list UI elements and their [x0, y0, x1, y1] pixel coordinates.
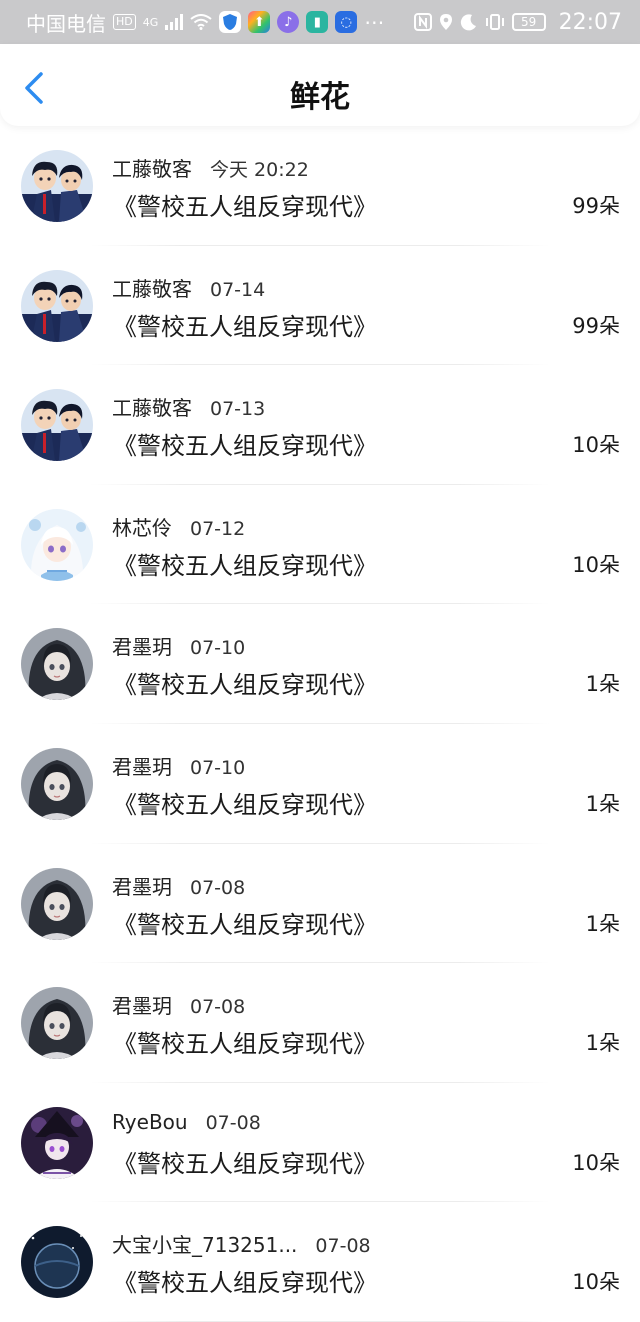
- date-label: 07-08: [315, 1235, 371, 1258]
- battery-icon: 59: [511, 13, 546, 31]
- music-app-icon: ♪: [277, 11, 300, 33]
- book-app-icon: ▮: [306, 11, 329, 33]
- date-label: 07-13: [210, 398, 266, 421]
- username[interactable]: 林芯伶: [112, 512, 172, 541]
- status-left: 中国电信 HD 4G ⬆ ♪ ▮ ◌ ⋯: [26, 8, 384, 37]
- list-item[interactable]: 林芯伶 07-12 《警校五人组反穿现代》 10朵: [0, 485, 640, 605]
- avatar[interactable]: [21, 987, 93, 1060]
- book-title[interactable]: 《警校五人组反穿现代》: [113, 426, 377, 461]
- signal-icon: [165, 14, 184, 30]
- list-item[interactable]: 工藤敬客 07-13 《警校五人组反穿现代》 10朵: [0, 365, 640, 485]
- date-label: 07-14: [210, 278, 266, 301]
- date-label: 今天 20:22: [210, 159, 309, 181]
- list-item[interactable]: 君墨玥 07-08 《警校五人组反穿现代》 1朵: [0, 963, 640, 1083]
- moon-icon: [460, 13, 478, 31]
- username[interactable]: 君墨玥: [112, 990, 172, 1019]
- flower-count: 1朵: [585, 911, 620, 936]
- flower-count: 10朵: [572, 1150, 620, 1175]
- book-title[interactable]: 《警校五人组反穿现代》: [113, 1263, 377, 1298]
- item-meta: 工藤敬客 今天 20:22: [112, 153, 309, 182]
- book-title[interactable]: 《警校五人组反穿现代》: [113, 1024, 377, 1059]
- header-bar: 鲜花: [0, 44, 640, 126]
- username[interactable]: 大宝小宝_713251...: [112, 1229, 297, 1258]
- book-title[interactable]: 《警校五人组反穿现代》: [113, 905, 377, 940]
- username[interactable]: 君墨玥: [112, 871, 172, 900]
- username[interactable]: 君墨玥: [112, 631, 172, 660]
- vibrate-icon: [485, 13, 505, 31]
- item-meta: 君墨玥 07-10: [112, 631, 245, 660]
- flower-count: 1朵: [585, 791, 620, 816]
- avatar[interactable]: [21, 150, 93, 222]
- colorful-app-icon: ⬆: [248, 11, 271, 33]
- clock-time: 22:07: [558, 9, 622, 35]
- date-label: 07-08: [190, 996, 246, 1019]
- shield-app-icon: [219, 11, 242, 33]
- flower-count: 99朵: [572, 194, 620, 218]
- list-item[interactable]: 君墨玥 07-08 《警校五人组反穿现代》 1朵: [0, 844, 640, 964]
- status-bar: 中国电信 HD 4G ⬆ ♪ ▮ ◌ ⋯ 59 22:07: [0, 0, 640, 44]
- list-item[interactable]: 君墨玥 07-10 《警校五人组反穿现代》 1朵: [0, 604, 640, 724]
- date-label: 07-10: [190, 637, 246, 660]
- avatar[interactable]: [21, 747, 93, 820]
- item-meta: RyeBou 07-08: [112, 1110, 261, 1134]
- flower-count: 1朵: [585, 1031, 620, 1056]
- avatar[interactable]: [21, 1226, 93, 1299]
- flower-count: 10朵: [572, 552, 620, 577]
- avatar[interactable]: [21, 628, 93, 701]
- username[interactable]: 工藤敬客: [112, 273, 192, 302]
- book-title[interactable]: 《警校五人组反穿现代》: [113, 665, 377, 700]
- item-meta: 君墨玥 07-08: [112, 990, 245, 1019]
- avatar[interactable]: [21, 269, 93, 342]
- more-notifications-icon: ⋯: [364, 10, 385, 34]
- book-title[interactable]: 《警校五人组反穿现代》: [113, 1144, 377, 1179]
- item-meta: 大宝小宝_713251... 07-08: [112, 1229, 371, 1258]
- list-item[interactable]: 工藤敬客 今天 20:22 《警校五人组反穿现代》 99朵: [0, 126, 640, 246]
- item-meta: 君墨玥 07-10: [112, 751, 245, 780]
- list-item[interactable]: 工藤敬客 07-14 《警校五人组反穿现代》 99朵: [0, 246, 640, 366]
- username[interactable]: 君墨玥: [112, 751, 172, 780]
- item-meta: 君墨玥 07-08: [112, 871, 245, 900]
- book-title[interactable]: 《警校五人组反穿现代》: [113, 785, 377, 820]
- carrier-label: 中国电信: [26, 11, 106, 36]
- location-icon: [439, 13, 453, 31]
- book-title[interactable]: 《警校五人组反穿现代》: [113, 187, 377, 222]
- flower-count: 1朵: [585, 672, 620, 697]
- nfc-icon: [413, 13, 432, 31]
- list-item[interactable]: RyeBou 07-08 《警校五人组反穿现代》 10朵: [0, 1083, 640, 1203]
- book-title[interactable]: 《警校五人组反穿现代》: [113, 546, 377, 581]
- network-type-label: 4G: [142, 15, 159, 29]
- avatar[interactable]: [21, 867, 93, 940]
- username[interactable]: 工藤敬客: [112, 153, 192, 182]
- date-label: 07-08: [205, 1111, 261, 1134]
- bulb-app-icon: ◌: [335, 11, 358, 33]
- wifi-icon: [190, 14, 212, 30]
- page-title: 鲜花: [290, 80, 350, 115]
- avatar[interactable]: [21, 389, 93, 462]
- item-meta: 工藤敬客 07-13: [112, 392, 265, 421]
- flower-record-list: 工藤敬客 今天 20:22 《警校五人组反穿现代》 99朵 工藤敬客 07-14 《警校五…: [0, 126, 640, 1322]
- book-title[interactable]: 《警校五人组反穿现代》: [113, 307, 377, 342]
- flower-count: 10朵: [572, 1270, 620, 1295]
- date-label: 07-08: [190, 876, 246, 899]
- hd-icon: HD: [113, 14, 136, 30]
- flower-count: 10朵: [572, 433, 620, 458]
- date-label: 07-12: [190, 517, 246, 540]
- item-meta: 工藤敬客 07-14: [112, 273, 265, 302]
- username[interactable]: RyeBou: [112, 1110, 188, 1134]
- avatar[interactable]: [21, 508, 93, 581]
- flower-count: 99朵: [572, 313, 620, 338]
- avatar[interactable]: [21, 1106, 93, 1179]
- item-meta: 林芯伶 07-12: [112, 512, 245, 541]
- list-item[interactable]: 君墨玥 07-10 《警校五人组反穿现代》 1朵: [0, 724, 640, 844]
- date-label: 07-10: [190, 756, 246, 779]
- status-right: 59 22:07: [413, 9, 622, 35]
- list-item[interactable]: 大宝小宝_713251... 07-08 《警校五人组反穿现代》 10朵: [0, 1202, 640, 1322]
- username[interactable]: 工藤敬客: [112, 392, 192, 421]
